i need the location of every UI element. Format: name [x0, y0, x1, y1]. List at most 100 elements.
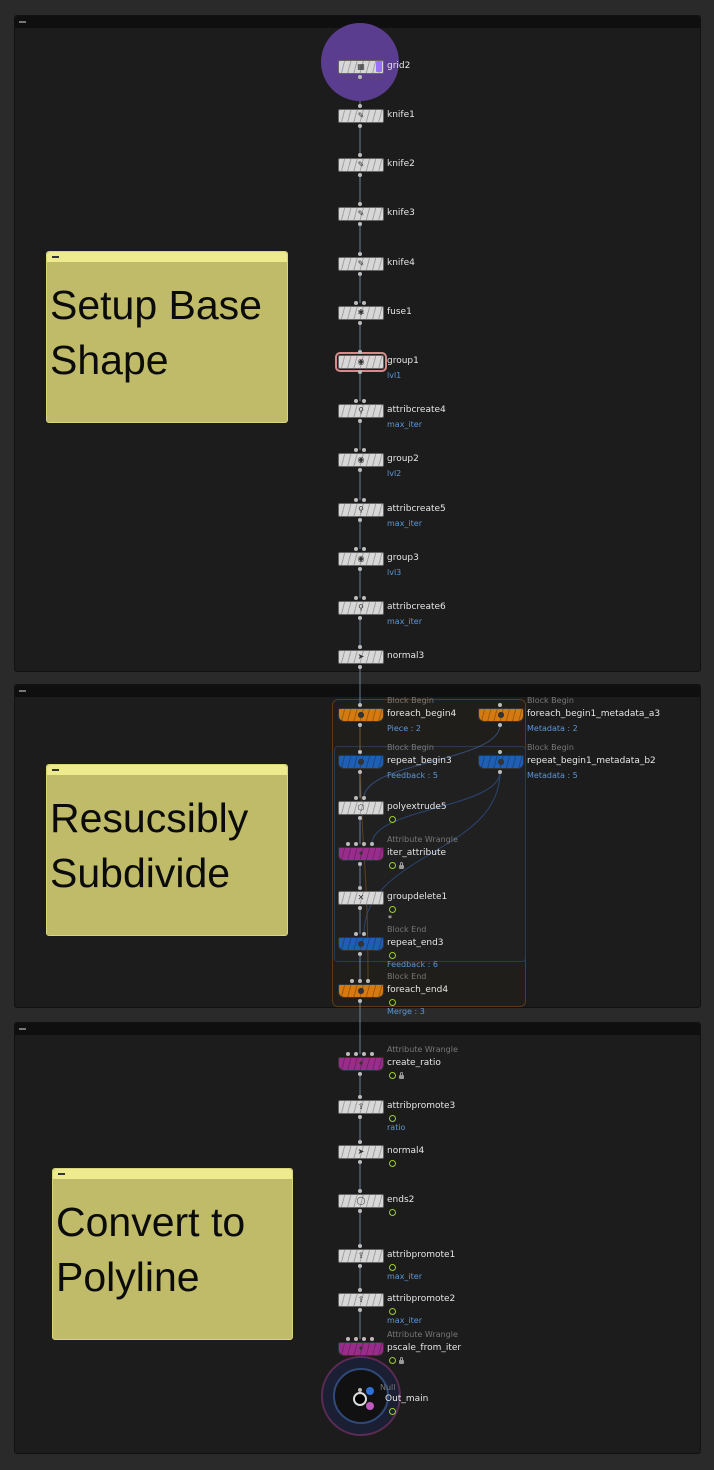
- input-connector[interactable]: [370, 1052, 374, 1056]
- input-connector[interactable]: [354, 596, 358, 600]
- input-connector[interactable]: [350, 979, 354, 983]
- node-name-label[interactable]: knife3: [387, 208, 415, 218]
- attribcreate5-node[interactable]: ⚲: [338, 503, 384, 517]
- output-connector[interactable]: [358, 999, 362, 1003]
- node-name-label[interactable]: attribcreate6: [387, 602, 446, 612]
- lock-icon[interactable]: [399, 862, 404, 869]
- input-connector[interactable]: [354, 932, 358, 936]
- node-name-label[interactable]: foreach_begin1_metadata_a3: [527, 709, 660, 719]
- input-connector[interactable]: [366, 979, 370, 983]
- node-name-label[interactable]: normal3: [387, 651, 424, 661]
- input-connector[interactable]: [362, 448, 366, 452]
- output-connector[interactable]: [358, 468, 362, 472]
- node-name-label[interactable]: attribcreate4: [387, 405, 446, 415]
- bypass-flag-icon[interactable]: [389, 1160, 396, 1167]
- input-connector[interactable]: [362, 932, 366, 936]
- output-connector[interactable]: [358, 272, 362, 276]
- output-connector[interactable]: [358, 124, 362, 128]
- output-connector[interactable]: [358, 1264, 362, 1268]
- group3-node[interactable]: ◉: [338, 552, 384, 566]
- knife1-node[interactable]: ✎: [338, 109, 384, 123]
- display-flag-icon[interactable]: [376, 61, 382, 72]
- output-connector[interactable]: [358, 723, 362, 727]
- input-connector[interactable]: [354, 547, 358, 551]
- null-icon[interactable]: [353, 1392, 367, 1406]
- output-connector[interactable]: [358, 321, 362, 325]
- node-name-label[interactable]: attribcreate5: [387, 504, 446, 514]
- knife3-node[interactable]: ✎: [338, 207, 384, 221]
- bypass-flag-icon[interactable]: [389, 1308, 396, 1315]
- bypass-flag-icon[interactable]: [389, 1264, 396, 1271]
- attribpromote3-node[interactable]: ⇪: [338, 1100, 384, 1114]
- node-name-label[interactable]: knife2: [387, 159, 415, 169]
- output-connector[interactable]: [358, 518, 362, 522]
- node-name-label[interactable]: foreach_end4: [387, 985, 448, 995]
- normal3-node[interactable]: ➤: [338, 650, 384, 664]
- bypass-flag-icon[interactable]: [389, 1115, 396, 1122]
- input-connector[interactable]: [354, 301, 358, 305]
- output-connector[interactable]: [358, 906, 362, 910]
- input-connector[interactable]: [358, 202, 362, 206]
- output-connector[interactable]: [358, 1115, 362, 1119]
- groupdelete1-node[interactable]: ✕: [338, 891, 384, 905]
- node-name-label[interactable]: knife1: [387, 110, 415, 120]
- input-connector[interactable]: [362, 301, 366, 305]
- knife2-node[interactable]: ✎: [338, 158, 384, 172]
- bypass-flag-icon[interactable]: [389, 999, 396, 1006]
- node-name-label[interactable]: normal4: [387, 1146, 424, 1156]
- input-connector[interactable]: [362, 498, 366, 502]
- input-connector[interactable]: [358, 750, 362, 754]
- input-connector[interactable]: [358, 979, 362, 983]
- input-connector[interactable]: [498, 750, 502, 754]
- node-name-label[interactable]: fuse1: [387, 307, 412, 317]
- output-connector[interactable]: [358, 816, 362, 820]
- output-connector[interactable]: [358, 1072, 362, 1076]
- foreach_begin1_metadata_a3-node[interactable]: ●: [478, 708, 524, 722]
- input-connector[interactable]: [358, 252, 362, 256]
- foreach_begin4-node[interactable]: ●: [338, 708, 384, 722]
- input-connector[interactable]: [346, 1052, 350, 1056]
- node-name-label[interactable]: repeat_end3: [387, 938, 444, 948]
- lock-icon[interactable]: [399, 1357, 404, 1364]
- attribpromote1-node[interactable]: ⇪: [338, 1249, 384, 1263]
- input-connector[interactable]: [362, 1052, 366, 1056]
- normal4-node[interactable]: ➤: [338, 1145, 384, 1159]
- input-connector[interactable]: [354, 498, 358, 502]
- output-connector[interactable]: [358, 567, 362, 571]
- output-connector[interactable]: [358, 222, 362, 226]
- node-name-label[interactable]: Out_main: [385, 1394, 428, 1404]
- node-name-label[interactable]: group1: [387, 356, 419, 366]
- node-name-label[interactable]: iter_attribute: [387, 848, 446, 858]
- bypass-flag-icon[interactable]: [389, 952, 396, 959]
- pscale_from_iter-node[interactable]: ✦: [338, 1342, 384, 1356]
- input-connector[interactable]: [354, 1052, 358, 1056]
- input-connector[interactable]: [354, 399, 358, 403]
- input-connector[interactable]: [362, 796, 366, 800]
- input-connector[interactable]: [358, 350, 362, 354]
- output-connector[interactable]: [498, 723, 502, 727]
- input-connector[interactable]: [358, 1244, 362, 1248]
- input-connector[interactable]: [358, 1388, 362, 1392]
- bypass-flag-icon[interactable]: [389, 1408, 396, 1415]
- input-connector[interactable]: [358, 886, 362, 890]
- attribpromote2-node[interactable]: ⇪: [338, 1293, 384, 1307]
- input-connector[interactable]: [362, 1337, 366, 1341]
- attribcreate6-node[interactable]: ⚲: [338, 601, 384, 615]
- knife4-node[interactable]: ✎: [338, 257, 384, 271]
- iter_attribute-node[interactable]: ✦: [338, 847, 384, 861]
- polyextrude5-node[interactable]: ⬡: [338, 801, 384, 815]
- bypass-flag-icon[interactable]: [389, 1357, 396, 1364]
- output-connector[interactable]: [358, 1209, 362, 1213]
- node-name-label[interactable]: repeat_begin3: [387, 756, 452, 766]
- input-connector[interactable]: [370, 842, 374, 846]
- node-name-label[interactable]: create_ratio: [387, 1058, 441, 1068]
- node-name-label[interactable]: repeat_begin1_metadata_b2: [527, 756, 656, 766]
- input-connector[interactable]: [362, 399, 366, 403]
- input-connector[interactable]: [358, 645, 362, 649]
- node-name-label[interactable]: pscale_from_iter: [387, 1343, 461, 1353]
- output-connector[interactable]: [358, 75, 362, 79]
- ends2-node[interactable]: ◯: [338, 1194, 384, 1208]
- input-connector[interactable]: [358, 1189, 362, 1193]
- output-connector[interactable]: [358, 419, 362, 423]
- bypass-flag-icon[interactable]: [389, 1209, 396, 1216]
